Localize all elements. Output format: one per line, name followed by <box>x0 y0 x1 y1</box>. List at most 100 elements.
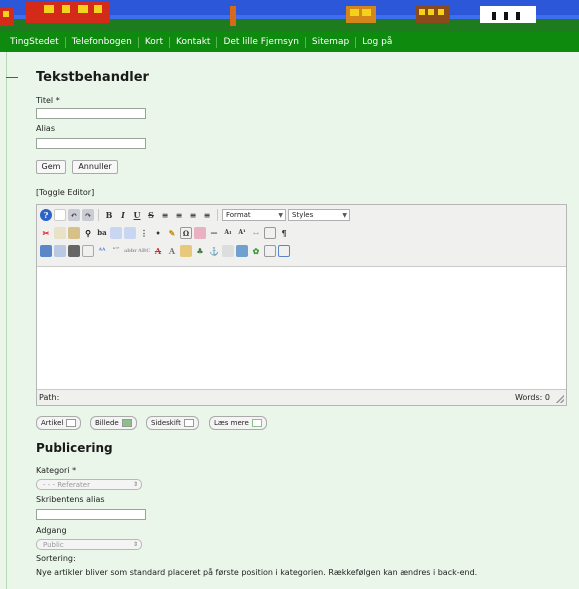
link-icon[interactable]: ↔ <box>250 227 262 239</box>
word-count: Words: 0 <box>514 393 550 402</box>
readmore-button-icon <box>251 419 262 427</box>
page-title: Tekstbehandler <box>36 70 149 85</box>
italic-icon[interactable]: I <box>117 209 129 221</box>
access-select[interactable]: Public ⇕ <box>36 539 142 550</box>
access-select-value: Public <box>43 541 64 549</box>
nav-item-telefonbogen[interactable]: Telefonbogen <box>66 36 139 48</box>
paste-icon[interactable] <box>68 227 80 239</box>
copy-icon[interactable] <box>54 227 66 239</box>
cancel-button[interactable]: Annuller <box>72 160 118 174</box>
redo-icon[interactable]: ↷ <box>82 209 94 221</box>
superscript-icon[interactable]: A¹ <box>236 227 248 239</box>
main-content: Tekstbehandler Titel * Alias Gem Annulle… <box>0 52 579 589</box>
bold-icon[interactable]: B <box>103 209 115 221</box>
bullet-list-icon[interactable]: • <box>152 227 164 239</box>
nav-item-tingstedet[interactable]: TingStedet <box>4 36 66 48</box>
abbr-icon[interactable]: abbr <box>124 245 137 257</box>
eraser-icon[interactable] <box>194 227 206 239</box>
banner-pole <box>230 6 236 26</box>
nav-item-login[interactable]: Log på <box>356 37 398 48</box>
table-icon[interactable] <box>82 245 94 257</box>
media-icon[interactable] <box>264 227 276 239</box>
help-icon[interactable]: ? <box>40 209 52 221</box>
nav-item-kort[interactable]: Kort <box>139 36 171 48</box>
template-icon[interactable] <box>180 245 192 257</box>
category-select-value: - - - Referater <box>43 481 90 489</box>
format-select-label: Format <box>226 211 251 219</box>
readmore-button[interactable]: Læs mere <box>209 416 267 430</box>
underline-icon[interactable]: U <box>131 209 143 221</box>
print-icon[interactable] <box>68 245 80 257</box>
alias-input[interactable] <box>36 138 146 149</box>
visual-aid-icon[interactable] <box>222 245 234 257</box>
layer-icon[interactable]: ♣ <box>194 245 206 257</box>
align-left-icon[interactable]: ≡ <box>159 209 171 221</box>
toggle-editor-link[interactable]: [Toggle Editor] <box>36 188 94 197</box>
insertion-icon[interactable]: A <box>166 245 178 257</box>
toolbar-row-2: ✂ ⚲ ba ⋮ • ✎ Ω — A₁ A¹ ↔ ¶ <box>40 226 290 240</box>
ordering-label: Sortering: <box>36 554 76 563</box>
toolbar-row-3: ᴬᴬ “” abbr ABC A A ♣ ⚓ ✿ <box>40 244 290 258</box>
cut-icon[interactable]: ✂ <box>40 227 52 239</box>
site-banner <box>0 0 579 32</box>
align-left-para-icon[interactable] <box>110 227 122 239</box>
replace-icon[interactable]: ba <box>96 227 108 239</box>
alias-label: Alias <box>36 124 55 133</box>
editor-path: Path: <box>39 393 60 402</box>
emoticon-icon[interactable]: ✿ <box>250 245 262 257</box>
pagebreak-button-icon <box>183 419 194 427</box>
brush-icon[interactable]: ✎ <box>166 227 178 239</box>
toolbar-separator <box>98 209 99 221</box>
insert-image-icon[interactable] <box>54 245 66 257</box>
numbered-list-icon[interactable]: ⋮ <box>138 227 150 239</box>
align-justify-icon[interactable]: ≡ <box>201 209 213 221</box>
readmore-icon[interactable] <box>278 245 290 257</box>
category-select[interactable]: - - - Referater ⇕ <box>36 479 142 490</box>
banner-house-1 <box>0 8 14 26</box>
align-right-para-icon[interactable] <box>124 227 136 239</box>
fullscreen-icon[interactable] <box>236 245 248 257</box>
subscript-icon[interactable]: A₁ <box>222 227 234 239</box>
nav-item-sitemap[interactable]: Sitemap <box>306 36 357 48</box>
article-button[interactable]: Artikel <box>36 416 82 430</box>
new-document-icon[interactable] <box>54 209 66 221</box>
access-label: Adgang <box>36 526 67 535</box>
undo-icon[interactable]: ↶ <box>68 209 80 221</box>
publishing-heading: Publicering <box>36 441 113 455</box>
category-label: Kategori * <box>36 466 77 475</box>
special-char-icon[interactable]: Ω <box>180 227 192 239</box>
image-button[interactable]: Billede <box>90 416 137 430</box>
save-button[interactable]: Gem <box>36 160 66 174</box>
blockquote-icon[interactable]: “” <box>110 245 122 257</box>
nav-item-fjernsyn[interactable]: Det lille Fjernsyn <box>217 36 306 48</box>
align-right-icon[interactable]: ≡ <box>187 209 199 221</box>
paragraph-icon[interactable]: ¶ <box>278 227 290 239</box>
preview-icon[interactable] <box>40 245 52 257</box>
anchor-icon[interactable]: ⚓ <box>208 245 220 257</box>
acronym-icon[interactable]: ABC <box>138 245 150 257</box>
title-input[interactable] <box>36 108 146 119</box>
pagebreak-button[interactable]: Sideskift <box>146 416 199 430</box>
spellcheck-icon[interactable]: ᴬᴬ <box>96 245 108 257</box>
deletion-icon[interactable]: A <box>152 245 164 257</box>
title-label: Titel * <box>36 96 60 105</box>
nav-item-kontakt[interactable]: Kontakt <box>170 36 218 48</box>
pagebreak-button-label: Sideskift <box>151 419 181 427</box>
heading-marker <box>6 77 18 78</box>
pagebreak-icon[interactable] <box>264 245 276 257</box>
horizontal-rule-icon[interactable]: — <box>208 227 220 239</box>
banner-house-2 <box>26 2 110 23</box>
resize-grip[interactable] <box>556 395 564 403</box>
strikethrough-icon[interactable]: S <box>145 209 157 221</box>
content-left-rule <box>6 52 7 589</box>
banner-house-5 <box>480 6 536 23</box>
align-center-icon[interactable]: ≡ <box>173 209 185 221</box>
styles-select[interactable]: Styles ▼ <box>288 209 350 221</box>
rich-text-editor: ? ↶ ↷ B I U S ≡ ≡ ≡ ≡ Format ▼ Styles ▼ ✂ … <box>36 204 567 406</box>
author-alias-input[interactable] <box>36 509 146 520</box>
chevron-down-icon: ▼ <box>278 212 283 219</box>
format-select[interactable]: Format ▼ <box>222 209 286 221</box>
editor-content-area[interactable] <box>37 266 566 390</box>
banner-house-4 <box>416 6 450 23</box>
find-icon[interactable]: ⚲ <box>82 227 94 239</box>
